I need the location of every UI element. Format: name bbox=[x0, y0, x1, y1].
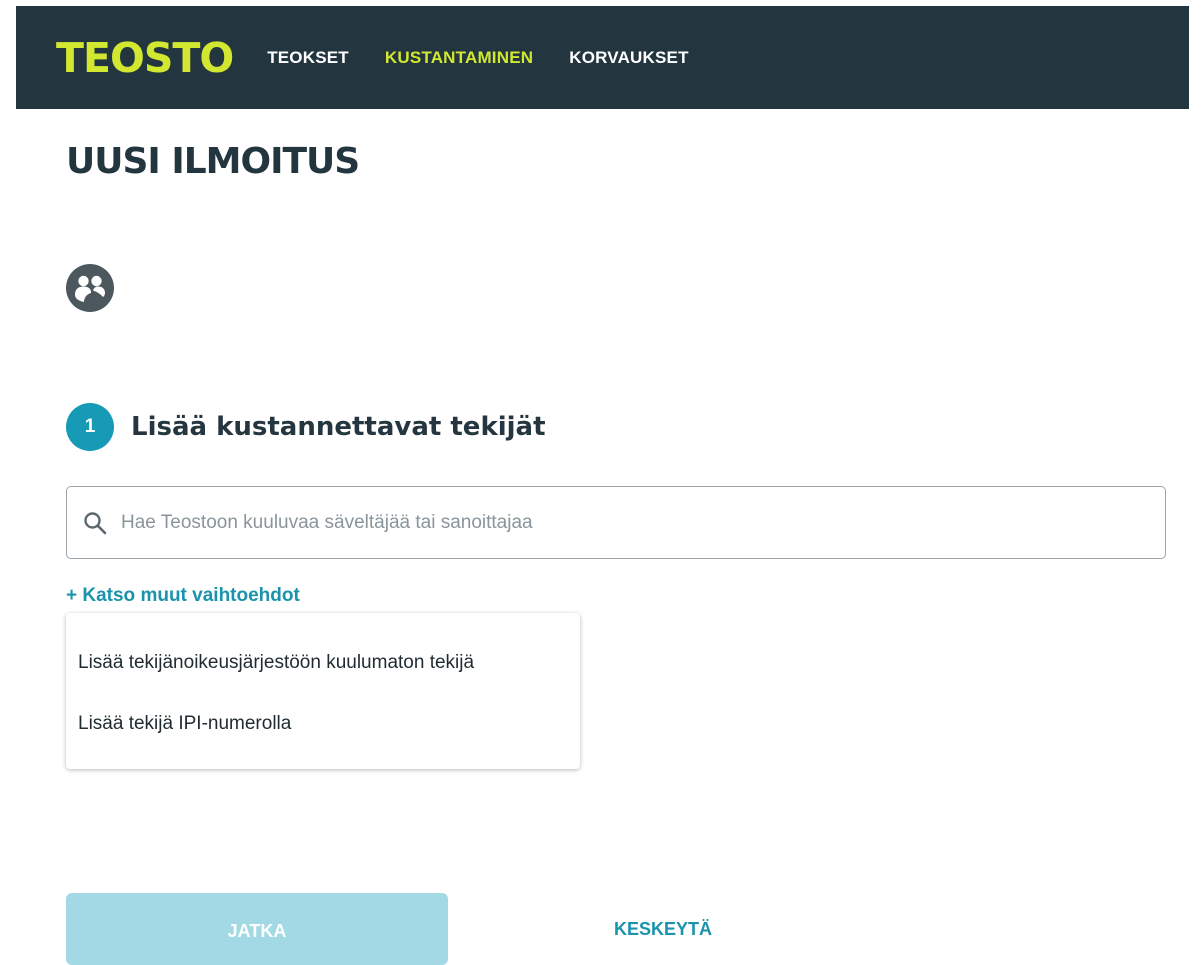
top-navigation-bar: TEOSTO TEOKSET KUSTANTAMINEN KORVAUKSET bbox=[16, 6, 1189, 109]
search-icon bbox=[83, 511, 107, 535]
continue-button[interactable]: JATKA bbox=[66, 893, 448, 965]
cancel-button[interactable]: KESKEYTÄ bbox=[578, 918, 748, 941]
nav-item-teokset[interactable]: TEOKSET bbox=[267, 48, 349, 68]
menu-item-add-non-member-author[interactable]: Lisää tekijänoikeusjärjestöön kuulumaton… bbox=[78, 652, 474, 674]
teosto-logo[interactable]: TEOSTO bbox=[56, 34, 234, 82]
more-options-link[interactable]: + Katso muut vaihtoehdot bbox=[66, 585, 300, 607]
main-nav: TEOKSET KUSTANTAMINEN KORVAUKSET bbox=[267, 48, 725, 68]
more-options-menu: Lisää tekijänoikeusjärjestöön kuulumaton… bbox=[66, 613, 580, 769]
author-search-field[interactable] bbox=[66, 486, 1166, 559]
menu-item-add-author-by-ipi[interactable]: Lisää tekijä IPI-numerolla bbox=[78, 713, 291, 735]
step-section: 1 Lisää kustannettavat tekijät bbox=[66, 403, 546, 451]
people-group-icon bbox=[66, 264, 114, 312]
search-input[interactable] bbox=[119, 510, 1123, 535]
step-title: Lisää kustannettavat tekijät bbox=[131, 412, 546, 442]
page-title: UUSI ILMOITUS bbox=[66, 141, 360, 182]
nav-item-kustantaminen[interactable]: KUSTANTAMINEN bbox=[385, 48, 533, 68]
nav-item-korvaukset[interactable]: KORVAUKSET bbox=[569, 48, 688, 68]
step-number-badge: 1 bbox=[66, 403, 114, 451]
